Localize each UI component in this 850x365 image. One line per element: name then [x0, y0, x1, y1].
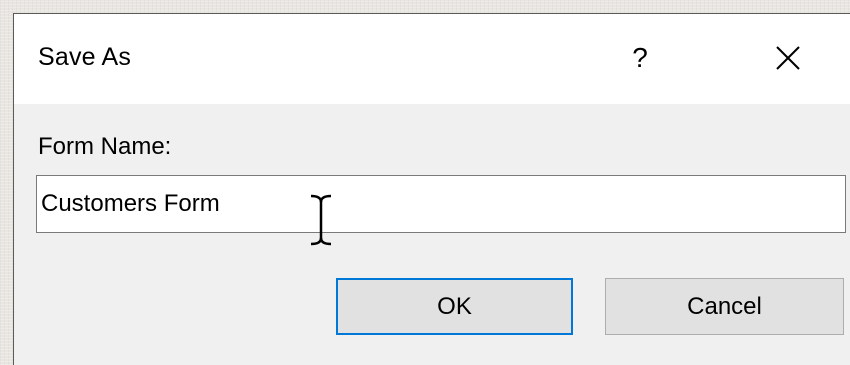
close-icon [776, 46, 800, 70]
help-button[interactable]: ? [612, 30, 668, 86]
save-as-dialog: Save As ? Form Name: OK Cancel [13, 13, 850, 365]
form-name-label: Form Name: [38, 133, 172, 160]
title-bar[interactable]: Save As ? [14, 14, 850, 104]
ok-button[interactable]: OK [336, 278, 573, 335]
cancel-button[interactable]: Cancel [605, 278, 844, 335]
dialog-title: Save As [38, 43, 132, 71]
form-name-input[interactable] [36, 175, 846, 233]
help-icon: ? [632, 42, 648, 73]
close-button[interactable] [766, 36, 810, 80]
